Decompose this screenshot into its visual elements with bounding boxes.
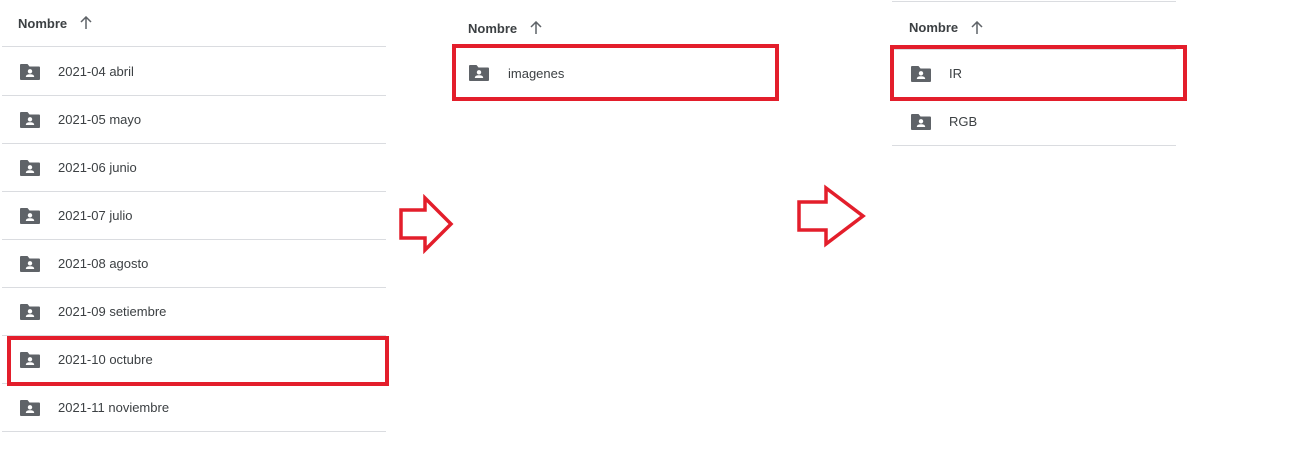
folder-row-imagenes[interactable]: imagenes: [452, 49, 778, 97]
folder-name: 2021-09 setiembre: [58, 304, 167, 319]
folder-row-2021-10-octubre[interactable]: 2021-10 octubre: [2, 336, 386, 384]
folder-name: 2021-07 julio: [58, 208, 133, 223]
folder-row-ir[interactable]: IR: [892, 50, 1176, 98]
shared-folder-icon: [20, 351, 40, 368]
arrow-up-icon[interactable]: [79, 16, 93, 30]
folder-row-rgb[interactable]: RGB: [892, 98, 1176, 146]
shared-folder-icon: [911, 113, 931, 130]
shared-folder-icon: [20, 399, 40, 416]
column-header[interactable]: Nombre: [892, 6, 1176, 50]
column-header[interactable]: Nombre: [2, 0, 386, 47]
shared-folder-icon: [20, 159, 40, 176]
column-header[interactable]: Nombre: [452, 5, 778, 51]
folder-name: 2021-08 agosto: [58, 256, 149, 271]
folder-row-2021-08-agosto[interactable]: 2021-08 agosto: [2, 240, 386, 288]
folder-row-2021-05-mayo[interactable]: 2021-05 mayo: [2, 96, 386, 144]
shared-folder-icon: [20, 111, 40, 128]
folder-name: imagenes: [508, 65, 565, 81]
folder-name: 2021-06 junio: [58, 160, 137, 175]
column-header-label: Nombre: [18, 15, 68, 31]
folder-name: IR: [949, 66, 962, 81]
arrow-up-icon[interactable]: [529, 21, 543, 35]
folder-name: 2021-11 noviembre: [58, 400, 170, 415]
folder-row-2021-04-abril[interactable]: 2021-04 abril: [2, 48, 386, 96]
right-arrow-icon: [399, 194, 454, 254]
shared-folder-icon: [911, 65, 931, 82]
shared-folder-icon: [20, 303, 40, 320]
folder-name: 2021-05 mayo: [58, 112, 142, 127]
folder-row-2021-07-julio[interactable]: 2021-07 julio: [2, 192, 386, 240]
folder-name: RGB: [949, 114, 978, 129]
folder-row-2021-06-junio[interactable]: 2021-06 junio: [2, 144, 386, 192]
folder-name: 2021-10 octubre: [58, 352, 153, 367]
shared-folder-icon: [20, 207, 40, 224]
right-arrow-icon: [797, 184, 866, 248]
column-header-label: Nombre: [909, 20, 959, 35]
column-header-label: Nombre: [468, 20, 518, 36]
arrow-up-icon[interactable]: [970, 20, 984, 35]
folder-row-2021-09-setiembre[interactable]: 2021-09 setiembre: [2, 288, 386, 336]
folder-row-2021-11-noviembre[interactable]: 2021-11 noviembre: [2, 384, 386, 432]
divider: [892, 1, 1176, 2]
shared-folder-icon: [20, 255, 40, 272]
folder-name: 2021-04 abril: [58, 64, 134, 79]
shared-folder-icon: [20, 63, 40, 80]
shared-folder-icon: [469, 65, 489, 81]
